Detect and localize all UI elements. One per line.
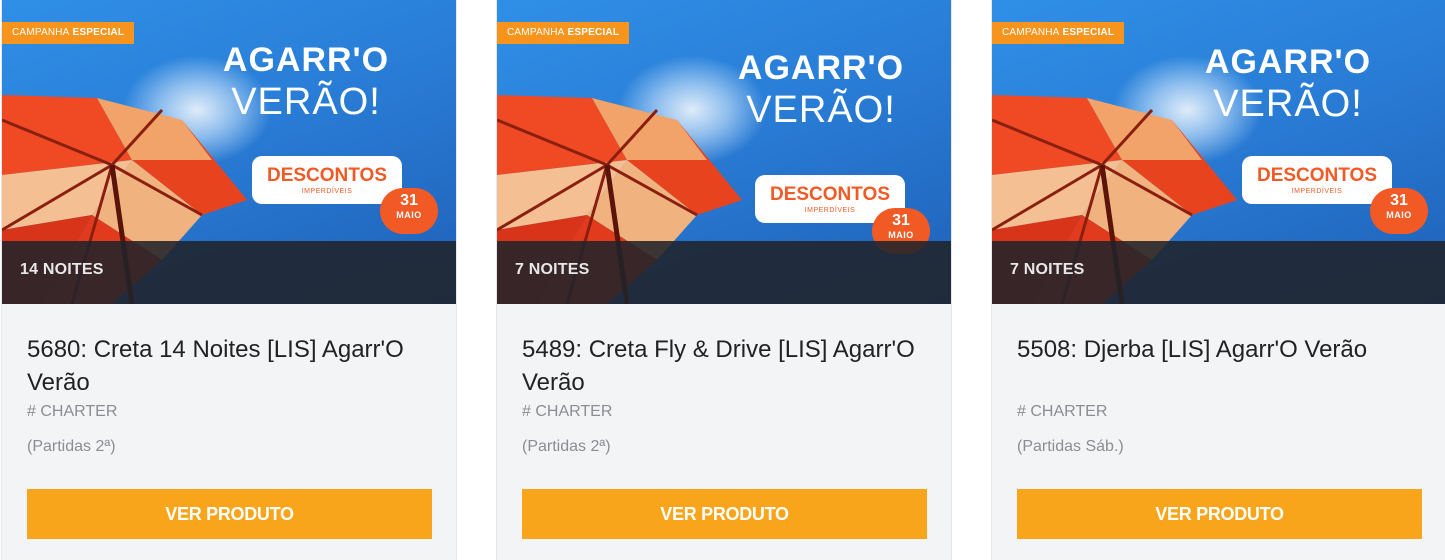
banner-headline: AGARR'O VERÃO! [711, 48, 931, 132]
campaign-label-strong: ESPECIAL [1062, 27, 1115, 38]
campaign-label: CAMPANHA [507, 27, 565, 38]
headline-line2: VERÃO! [231, 81, 381, 123]
campaign-badge: CAMPANHA ESPECIAL [992, 22, 1125, 44]
view-product-button[interactable]: VER PRODUTO [522, 489, 927, 539]
headline-line1: AGARR'O [737, 49, 905, 87]
banner-headline: AGARR'O VERÃO! [196, 40, 416, 124]
departures-info: (Partidas Sáb.) [1017, 438, 1124, 455]
nights-overlay: 7 NOITES [497, 241, 951, 304]
product-title[interactable]: 5489: Creta Fly & Drive [LIS] Agarr'O Ve… [522, 333, 932, 399]
headline-line2: VERÃO! [1213, 83, 1363, 125]
product-card: CAMPANHA ESPECIAL AGARR'O VERÃO! DESCONT… [1, 0, 457, 560]
nights-label: 7 NOITES [515, 261, 590, 278]
promo-month: MAIO [888, 230, 914, 240]
promo-month: MAIO [396, 210, 422, 220]
product-image[interactable]: CAMPANHA ESPECIAL AGARR'O VERÃO! DESCONT… [497, 0, 951, 304]
campaign-label-strong: ESPECIAL [567, 27, 620, 38]
promo-day: 31 [400, 192, 418, 209]
campaign-badge: CAMPANHA ESPECIAL [497, 22, 630, 44]
product-image[interactable]: CAMPANHA ESPECIAL AGARR'O VERÃO! DESCONT… [2, 0, 456, 304]
departures-info: (Partidas 2ª) [522, 438, 611, 455]
banner-headline: AGARR'O VERÃO! [1178, 42, 1398, 126]
nights-label: 7 NOITES [1010, 261, 1085, 278]
campaign-badge: CAMPANHA ESPECIAL [2, 22, 135, 44]
campaign-label: CAMPANHA [1002, 27, 1060, 38]
view-product-button[interactable]: VER PRODUTO [27, 489, 432, 539]
promo-main: DESCONTOS [769, 184, 890, 205]
product-card: CAMPANHA ESPECIAL AGARR'O VERÃO! DESCONT… [496, 0, 952, 560]
promo-month: MAIO [1386, 210, 1412, 220]
product-tag: # CHARTER [1017, 403, 1108, 420]
view-product-button[interactable]: VER PRODUTO [1017, 489, 1422, 539]
promo-date: 31 MAIO [1370, 188, 1428, 234]
product-tag: # CHARTER [27, 403, 118, 420]
promo-main: DESCONTOS [266, 165, 387, 186]
campaign-label: CAMPANHA [12, 27, 70, 38]
promo-day: 31 [892, 212, 910, 229]
product-image[interactable]: CAMPANHA ESPECIAL AGARR'O VERÃO! DESCONT… [992, 0, 1445, 304]
headline-line1: AGARR'O [1204, 43, 1372, 81]
nights-overlay: 14 NOITES [2, 241, 456, 304]
product-title[interactable]: 5680: Creta 14 Noites [LIS] Agarr'O Verã… [27, 333, 437, 399]
product-title[interactable]: 5508: Djerba [LIS] Agarr'O Verão [1017, 333, 1427, 366]
headline-line1: AGARR'O [222, 41, 390, 79]
promo-date: 31 MAIO [380, 188, 438, 234]
product-card: CAMPANHA ESPECIAL AGARR'O VERÃO! DESCONT… [991, 0, 1445, 560]
departures-info: (Partidas 2ª) [27, 438, 116, 455]
promo-main: DESCONTOS [1256, 165, 1377, 186]
headline-line2: VERÃO! [746, 89, 896, 131]
product-tag: # CHARTER [522, 403, 613, 420]
nights-label: 14 NOITES [20, 261, 104, 278]
promo-day: 31 [1390, 192, 1408, 209]
nights-overlay: 7 NOITES [992, 241, 1445, 304]
campaign-label-strong: ESPECIAL [72, 27, 125, 38]
